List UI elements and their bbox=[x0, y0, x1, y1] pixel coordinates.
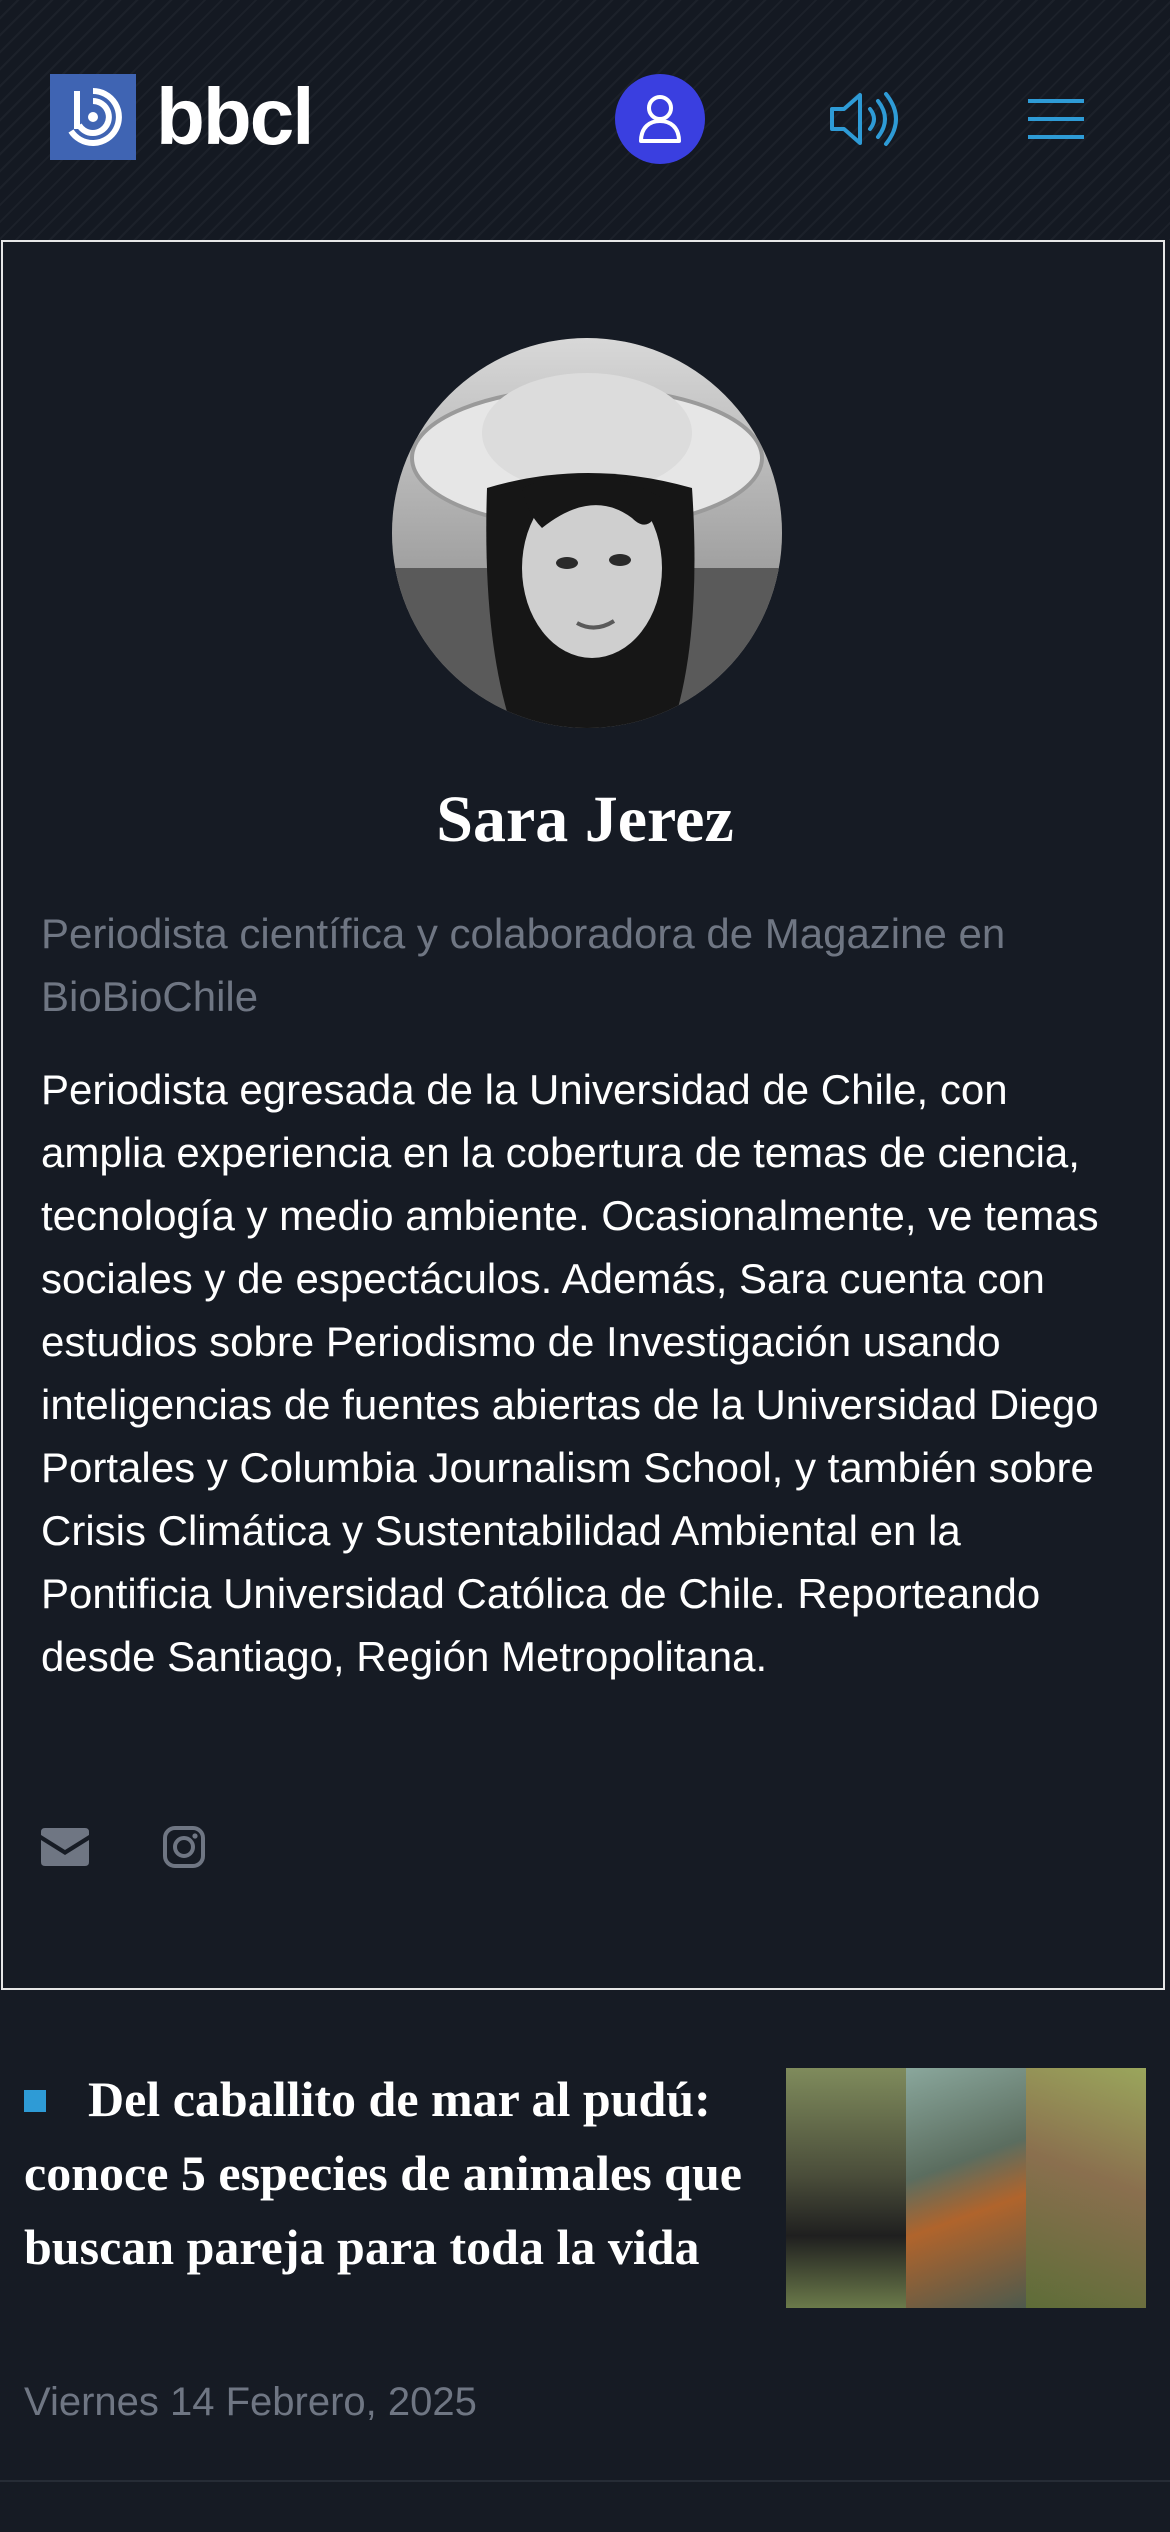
article-thumbnail[interactable] bbox=[786, 2068, 1146, 2308]
article-item[interactable]: Del caballito de mar al pudú: conoce 5 e… bbox=[0, 1990, 1170, 2482]
seahorse-image bbox=[906, 2068, 1026, 2308]
user-icon bbox=[639, 95, 681, 143]
pudu-image bbox=[1026, 2068, 1146, 2308]
gibbons-image bbox=[786, 2068, 906, 2308]
logo-text: bbcl bbox=[156, 72, 314, 161]
email-link[interactable] bbox=[41, 1828, 89, 1866]
bullet-icon bbox=[24, 2089, 46, 2112]
author-name: Sara Jerez bbox=[436, 783, 734, 856]
social-links bbox=[41, 1826, 205, 1868]
article-title[interactable]: Del caballito de mar al pudú: conoce 5 e… bbox=[24, 2062, 744, 2284]
instagram-link[interactable] bbox=[163, 1826, 205, 1868]
menu-button[interactable] bbox=[1024, 86, 1088, 152]
audio-button[interactable] bbox=[826, 86, 906, 152]
speaker-icon bbox=[830, 92, 898, 146]
instagram-icon bbox=[163, 1826, 205, 1868]
bbcl-logo-icon bbox=[50, 74, 136, 160]
author-bio: Periodista egresada de la Universidad de… bbox=[41, 1066, 1099, 1680]
menu-icon bbox=[1028, 99, 1084, 139]
email-icon bbox=[41, 1828, 89, 1866]
bbcl-logo[interactable]: bbcl bbox=[50, 72, 314, 161]
article-title-text: Del caballito de mar al pudú: conoce 5 e… bbox=[24, 2071, 742, 2275]
top-header: bbcl bbox=[0, 0, 1170, 240]
author-avatar bbox=[392, 338, 782, 728]
author-card: Sara Jerez Periodista científica y colab… bbox=[1, 240, 1165, 1990]
author-role: Periodista científica y colaboradora de … bbox=[41, 910, 1006, 1020]
user-button[interactable] bbox=[615, 74, 705, 164]
article-date: Viernes 14 Febrero, 2025 bbox=[24, 2380, 477, 2424]
